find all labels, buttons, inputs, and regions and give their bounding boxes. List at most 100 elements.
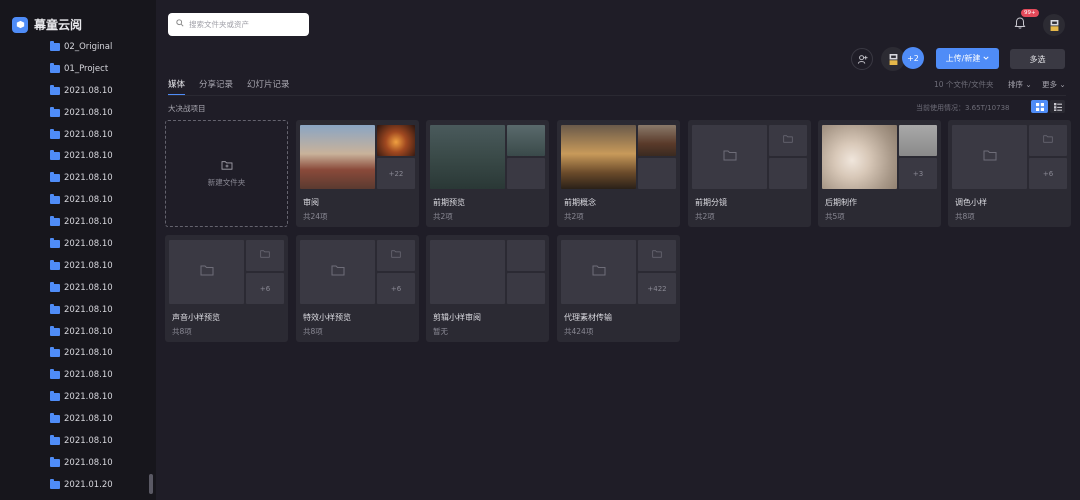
new-folder-label: 新建文件夹: [207, 177, 246, 187]
sidebar-folder-label: 2021.08.10: [64, 326, 113, 337]
sidebar: 幕童云阅 02_Original 01_Project 2021.08.10 2021…: [0, 0, 156, 500]
thumbnail-image: [638, 125, 676, 156]
sidebar-folder-item[interactable]: 2021.01.20: [50, 474, 150, 496]
member-more-badge[interactable]: +2: [902, 47, 924, 69]
folder-icon: [50, 456, 60, 467]
sidebar-folder-label: 2021.08.10: [64, 392, 113, 403]
folder-card[interactable]: 前期概念 共2项: [557, 120, 680, 227]
search-input[interactable]: [189, 20, 299, 29]
sidebar-folder-label: 2021.08.10: [64, 85, 113, 96]
sidebar-folder-label: 2021.08.10: [64, 107, 113, 118]
folder-icon: [638, 240, 676, 271]
folder-icon: [1029, 125, 1067, 156]
sidebar-folder-item[interactable]: 2021.08.10: [50, 189, 150, 211]
sidebar-folder-item[interactable]: 2021.08.10: [50, 408, 150, 430]
tab-share-history[interactable]: 分享记录: [199, 78, 233, 96]
thumbnail-placeholder: [430, 240, 505, 304]
card-extra-count: [507, 158, 545, 189]
card-item-count: 共424项: [564, 327, 594, 336]
more-dropdown[interactable]: 更多 ⌄: [1042, 79, 1066, 90]
folder-icon: [561, 240, 636, 304]
sidebar-folder-label: 2021.08.10: [64, 129, 113, 140]
brand[interactable]: 幕童云阅: [12, 16, 82, 33]
breadcrumb[interactable]: 大决战项目: [168, 103, 206, 114]
sidebar-folder-item[interactable]: 2021.08.10: [50, 299, 150, 321]
thumbnail-image: [430, 125, 505, 189]
tab-media[interactable]: 媒体: [168, 78, 186, 96]
folder-card[interactable]: +6 调色小样 共8项: [948, 120, 1071, 227]
folder-card[interactable]: 前期预览 共2项: [426, 120, 549, 227]
card-item-count: 共8项: [303, 327, 323, 336]
chevron-down-icon: [983, 54, 989, 63]
sidebar-folder-item[interactable]: 2021.08.10: [50, 167, 150, 189]
sidebar-folder-item[interactable]: 2021.08.10: [50, 255, 150, 277]
thumbnail-placeholder: [507, 240, 545, 271]
folder-card[interactable]: 前期分镜 共2项: [688, 120, 811, 227]
card-title: 前期预览: [433, 198, 465, 207]
card-item-count: 共5项: [825, 212, 845, 221]
sidebar-folder-item[interactable]: 2021.08.10: [50, 430, 150, 452]
folder-icon: [50, 391, 60, 402]
folder-card[interactable]: +3 后期制作 共5项: [818, 120, 941, 227]
sidebar-folder-item[interactable]: 2021.08.10: [50, 452, 150, 474]
card-item-count: 共2项: [695, 212, 715, 221]
sidebar-folder-item[interactable]: 02_Original: [50, 36, 150, 58]
multi-select-button[interactable]: 多选: [1010, 49, 1065, 69]
card-extra-count: [769, 158, 807, 189]
sidebar-folder-item[interactable]: 2021.08.10: [50, 321, 150, 343]
bell-icon[interactable]: [1013, 16, 1027, 30]
folder-icon: [50, 325, 60, 336]
add-user-button[interactable]: [851, 48, 873, 70]
sort-label: 排序: [1008, 80, 1023, 89]
sidebar-folder-item[interactable]: 2021.08.10: [50, 277, 150, 299]
folder-icon: [50, 347, 60, 358]
card-extra-count: +6: [246, 273, 284, 304]
thumbnail-image: [300, 125, 375, 189]
logo-icon: [12, 16, 28, 33]
sidebar-folder-item[interactable]: 2021.08.10: [50, 145, 150, 167]
tab-slideshow-history[interactable]: 幻灯片记录: [247, 78, 290, 96]
folder-card[interactable]: +422 代理素材传输 共424项: [557, 235, 680, 342]
folder-icon: [50, 413, 60, 424]
sidebar-folder-item[interactable]: 2021.08.10: [50, 364, 150, 386]
sidebar-scrollbar[interactable]: [149, 474, 153, 494]
folder-card[interactable]: +22 审阅 共24项: [296, 120, 419, 227]
folder-icon: [50, 259, 60, 270]
folder-card[interactable]: +6 声音小样预览 共8项: [165, 235, 288, 342]
sidebar-folder-label: 2021.08.10: [64, 238, 113, 249]
sidebar-folder-item[interactable]: 2021.08.10: [50, 233, 150, 255]
sidebar-folder-item[interactable]: 2021.08.10: [50, 124, 150, 146]
sidebar-folder-item[interactable]: 2021.08.10: [50, 386, 150, 408]
sidebar-folder-item[interactable]: 2021.08.10: [50, 102, 150, 124]
sidebar-folder-label: 2021.08.10: [64, 260, 113, 271]
grid-view-icon[interactable]: [1031, 100, 1048, 113]
folder-card[interactable]: +6 特效小样预览 共8项: [296, 235, 419, 342]
brand-name: 幕童云阅: [34, 18, 83, 32]
sidebar-folder-label: 2021.08.10: [64, 282, 113, 293]
new-folder-button[interactable]: 新建文件夹: [165, 120, 288, 227]
sidebar-folder-label: 2021.01.20: [64, 479, 113, 490]
card-extra-count: +6: [1029, 158, 1067, 189]
upload-new-button[interactable]: 上传/新建: [936, 48, 999, 69]
list-view-icon[interactable]: [1050, 100, 1065, 113]
sidebar-folder-item[interactable]: 2021.08.10: [50, 211, 150, 233]
folder-icon: [50, 194, 60, 205]
folder-card[interactable]: 剪辑小样审阅 暂无: [426, 235, 549, 342]
card-item-count: 共8项: [955, 212, 975, 221]
folder-icon: [769, 125, 807, 156]
search-box[interactable]: [168, 13, 309, 36]
card-title: 特效小样预览: [303, 313, 351, 322]
sidebar-folder-item[interactable]: 01_Project: [50, 58, 150, 80]
card-title: 代理素材传输: [564, 313, 612, 322]
card-title: 后期制作: [825, 198, 857, 207]
folder-icon: [246, 240, 284, 271]
sidebar-folder-item[interactable]: 2021.08.10: [50, 80, 150, 102]
card-title: 声音小样预览: [172, 313, 220, 322]
chevron-down-icon: ⌄: [1025, 80, 1032, 89]
card-extra-count: [638, 158, 676, 189]
user-avatar[interactable]: [1043, 14, 1065, 36]
sidebar-folder-label: 02_Original: [64, 41, 113, 52]
folder-icon: [377, 240, 415, 271]
sort-dropdown[interactable]: 排序 ⌄: [1008, 79, 1032, 90]
sidebar-folder-item[interactable]: 2021.08.10: [50, 342, 150, 364]
